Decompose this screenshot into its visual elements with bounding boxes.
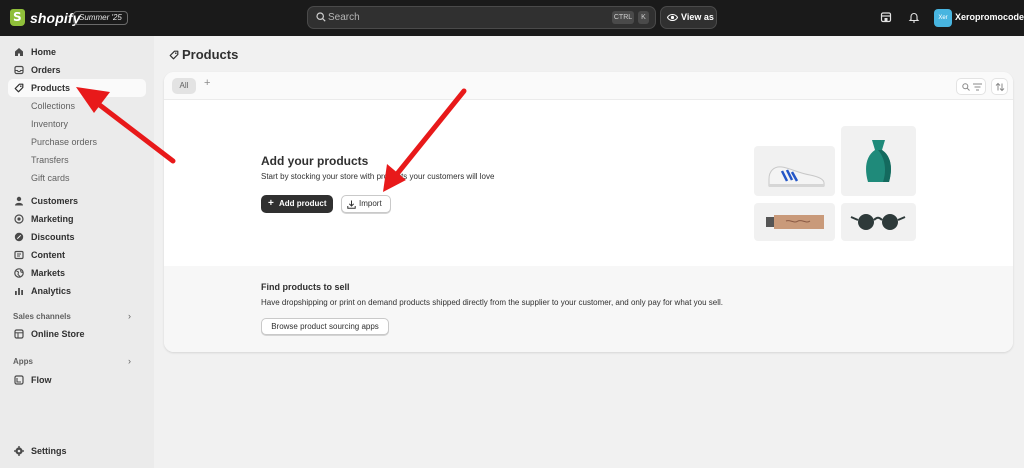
red-arrow-to-products (76, 87, 176, 164)
annotation-overlay (76, 87, 467, 192)
red-arrow-to-import (383, 88, 467, 192)
